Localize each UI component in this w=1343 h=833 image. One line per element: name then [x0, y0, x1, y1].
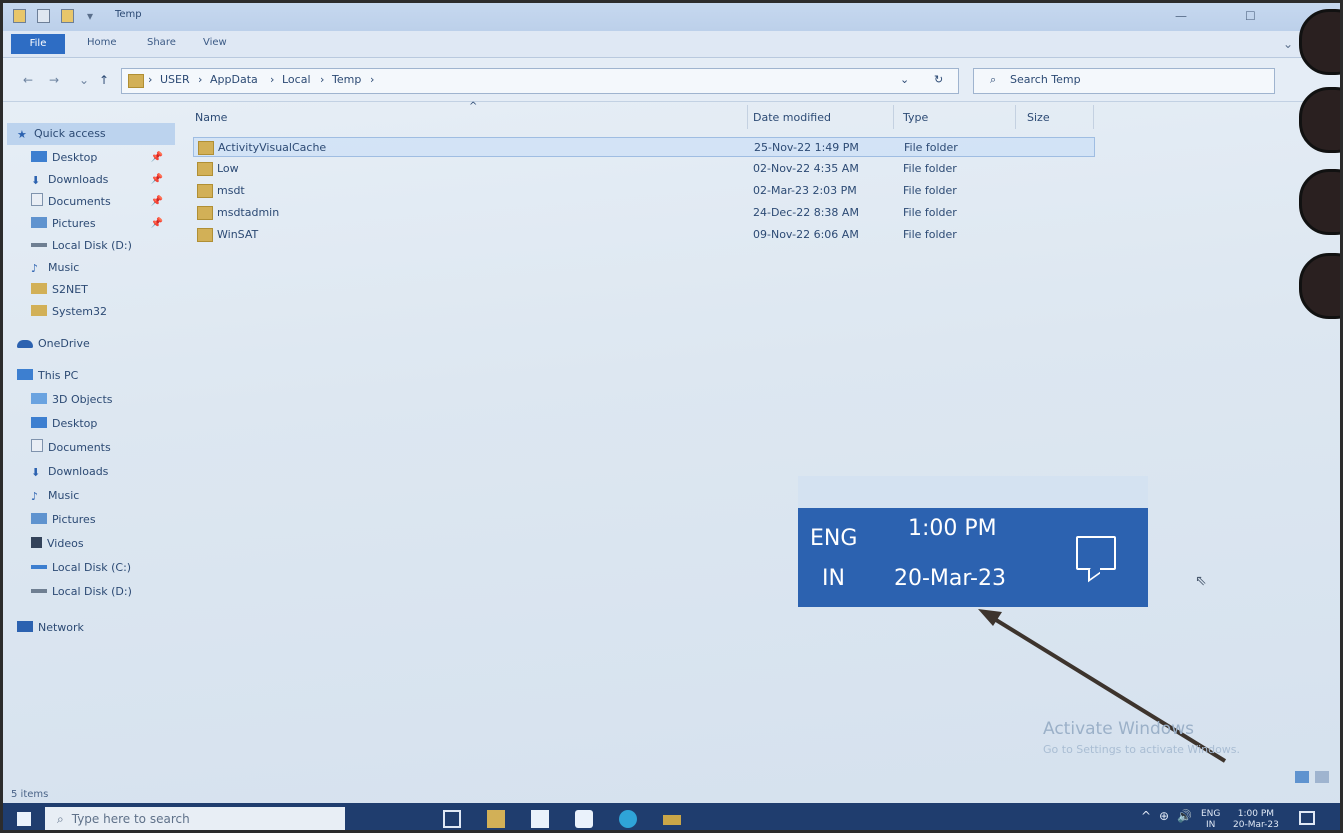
taskbar: ⌕ Type here to search ^ ⊕ 🔊 ENG IN 1:00 PM…	[3, 803, 1340, 830]
annotation-arrow	[978, 609, 1227, 763]
app-icon[interactable]	[663, 815, 681, 825]
windows-start-icon[interactable]	[17, 812, 31, 826]
task-view-icon[interactable]	[443, 810, 461, 828]
mail-icon[interactable]	[575, 810, 593, 828]
network-tray-icon[interactable]: ⊕	[1159, 810, 1169, 822]
volume-icon[interactable]: 🔊	[1177, 810, 1192, 822]
status-item-count: 5 items	[11, 789, 49, 800]
tray-clock[interactable]: 1:00 PM 20-Mar-23	[1233, 809, 1279, 830]
tray-language[interactable]: ENG IN	[1201, 809, 1220, 830]
notification-icon[interactable]	[1299, 811, 1315, 825]
screen: ▾ Temp — ☐ File Home Share View ⌄ ← → ⌄ …	[0, 0, 1343, 833]
details-view-icon[interactable]	[1295, 771, 1309, 783]
store-icon[interactable]	[531, 810, 549, 828]
show-hidden-icons-chevron-icon[interactable]: ^	[1141, 810, 1151, 822]
file-explorer-icon[interactable]	[487, 810, 505, 828]
edge-icon[interactable]	[619, 810, 637, 828]
mouse-cursor-icon: ⇖	[1195, 573, 1207, 589]
activate-windows-watermark: Activate Windows	[1043, 719, 1194, 739]
activate-windows-hint: Go to Settings to activate Windows.	[1043, 743, 1241, 756]
large-icons-view-icon[interactable]	[1315, 771, 1329, 783]
search-icon: ⌕	[57, 812, 64, 826]
taskbar-search-input[interactable]: ⌕ Type here to search	[45, 807, 345, 830]
